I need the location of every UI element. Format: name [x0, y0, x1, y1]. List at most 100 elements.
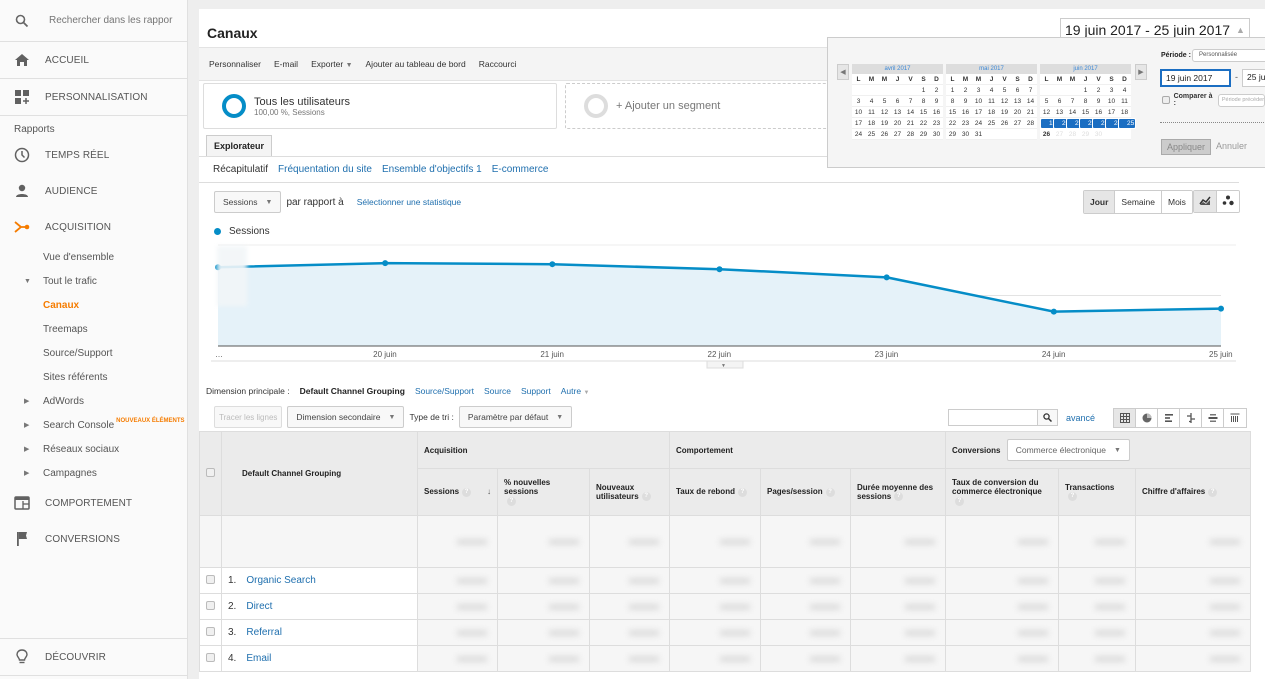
- row-checkbox[interactable]: [206, 575, 215, 584]
- motion-chart-button[interactable]: [1217, 191, 1239, 212]
- calendar-day[interactable]: 1: [917, 85, 930, 96]
- channel-link[interactable]: Email: [246, 653, 271, 664]
- calendar-day[interactable]: 4: [985, 85, 998, 96]
- calendar-day[interactable]: 7: [904, 96, 917, 107]
- cancel-link[interactable]: Annuler: [1216, 141, 1247, 151]
- calendar-day[interactable]: 16: [930, 107, 943, 118]
- calendar-day[interactable]: 11: [865, 107, 878, 118]
- select-metric-link[interactable]: Sélectionner une statistique: [357, 197, 461, 207]
- sidebar-item-conversions[interactable]: CONVERSIONS: [0, 521, 187, 557]
- calendar-day[interactable]: 22: [946, 118, 959, 129]
- calendar-day[interactable]: 17: [972, 107, 985, 118]
- column-header-new-users[interactable]: Nouveaux utilisateurs?: [589, 468, 670, 516]
- sidebar-item-behavior[interactable]: COMPORTEMENT: [0, 485, 187, 521]
- calendar-day[interactable]: 15: [1079, 107, 1092, 118]
- calendar-day[interactable]: 25: [985, 118, 998, 129]
- data-point[interactable]: [1050, 308, 1057, 315]
- calendar-day[interactable]: 18: [865, 118, 878, 129]
- view-pivot-button[interactable]: [1224, 409, 1246, 427]
- calendar-day[interactable]: 6: [1011, 85, 1024, 96]
- month-button[interactable]: Mois: [1161, 191, 1192, 213]
- view-comparison-button[interactable]: [1180, 409, 1202, 427]
- column-header-bounce-rate[interactable]: Taux de rebond?: [669, 468, 761, 516]
- conversions-select[interactable]: Commerce électronique ▼: [1006, 439, 1130, 461]
- calendar-day[interactable]: 2: [959, 85, 972, 96]
- sidebar-item-acquisition[interactable]: ACQUISITION: [0, 209, 187, 245]
- calendar-day[interactable]: 29: [917, 129, 930, 140]
- sidebar-item-channels[interactable]: Canaux: [0, 293, 187, 317]
- calendar-day[interactable]: 27: [1011, 118, 1024, 129]
- help-icon[interactable]: ?: [462, 487, 472, 497]
- calendar-day[interactable]: 23: [930, 118, 943, 129]
- calendar-day[interactable]: 26: [878, 129, 891, 140]
- calendar-day[interactable]: 6: [1053, 96, 1066, 107]
- help-icon[interactable]: ?: [641, 492, 651, 502]
- period-select[interactable]: Personnalisée: [1192, 49, 1265, 62]
- calendar-day[interactable]: 17: [852, 118, 865, 129]
- advanced-filter-link[interactable]: avancé: [1066, 413, 1095, 423]
- sidebar-item-search-console[interactable]: ▶ Search Console NOUVEAUX ÉLÉMENTS: [0, 413, 187, 437]
- data-point[interactable]: [1218, 305, 1224, 312]
- view-table-button[interactable]: [1114, 409, 1136, 427]
- calendar-day[interactable]: 1: [946, 85, 959, 96]
- calendar-day[interactable]: 9: [959, 96, 972, 107]
- sidebar-item-treemaps[interactable]: Treemaps: [0, 317, 187, 341]
- calendar-day[interactable]: 14: [1024, 96, 1037, 107]
- calendar-day[interactable]: 8: [946, 96, 959, 107]
- calendar-day[interactable]: 12: [878, 107, 891, 118]
- calendar-day[interactable]: 6: [891, 96, 904, 107]
- calendar-day[interactable]: 18: [1118, 107, 1131, 118]
- week-button[interactable]: Semaine: [1115, 191, 1162, 213]
- calendar-day[interactable]: 13: [891, 107, 904, 118]
- email-button[interactable]: E-mail: [274, 59, 298, 69]
- help-icon[interactable]: ?: [955, 496, 964, 506]
- calendar-day[interactable]: 27: [1053, 129, 1066, 140]
- channel-link[interactable]: Referral: [246, 627, 282, 638]
- calendar-day[interactable]: 7: [1066, 96, 1079, 107]
- calendar-day[interactable]: 24: [852, 129, 865, 140]
- channel-link[interactable]: Direct: [246, 601, 272, 612]
- sidebar-item-campaigns[interactable]: ▶ Campagnes: [0, 461, 187, 485]
- calendar-day[interactable]: 20: [1011, 107, 1024, 118]
- calendar-day[interactable]: 15: [946, 107, 959, 118]
- calendar-day[interactable]: 16: [1092, 107, 1105, 118]
- calendar-day[interactable]: 2: [1092, 85, 1105, 96]
- sidebar-item-discover[interactable]: DÉCOUVRIR: [0, 638, 187, 676]
- dimension-other[interactable]: Autre ▼: [561, 386, 590, 396]
- calendar-day[interactable]: 19: [878, 118, 891, 129]
- calendar-day[interactable]: 4: [1118, 85, 1131, 96]
- add-segment-button[interactable]: + Ajouter un segment: [565, 83, 845, 129]
- calendar-day[interactable]: 22: [917, 118, 930, 129]
- sidebar-item-customization[interactable]: PERSONNALISATION: [0, 79, 187, 116]
- calendar-day[interactable]: 11: [1118, 96, 1131, 107]
- data-point[interactable]: [549, 261, 556, 268]
- sidebar-item-overview[interactable]: Vue d'ensemble: [0, 245, 187, 269]
- calendar-day[interactable]: 4: [865, 96, 878, 107]
- shortcut-button[interactable]: Raccourci: [479, 59, 517, 69]
- calendar-day[interactable]: 27: [891, 129, 904, 140]
- calendar-day[interactable]: 30: [930, 129, 943, 140]
- compare-select[interactable]: Période précédente: [1217, 93, 1265, 107]
- customize-button[interactable]: Personnaliser: [209, 59, 261, 69]
- apply-button[interactable]: Appliquer: [1161, 139, 1211, 155]
- column-header-sessions[interactable]: Sessions? ↓: [417, 468, 498, 516]
- export-button[interactable]: Exporter ▼: [311, 59, 352, 69]
- dimension-source[interactable]: Source: [484, 386, 511, 396]
- select-all-checkbox[interactable]: [206, 468, 215, 477]
- sort-type-select[interactable]: Paramètre par défaut ▼: [458, 406, 573, 428]
- calendar-day[interactable]: 26: [1040, 129, 1053, 140]
- calendar-day[interactable]: 3: [972, 85, 985, 96]
- calendar-day[interactable]: 25: [1118, 118, 1136, 129]
- calendar-day[interactable]: 10: [1105, 96, 1118, 107]
- subtab-site-usage[interactable]: Fréquentation du site: [278, 164, 372, 175]
- calendar-day[interactable]: 31: [972, 129, 985, 140]
- table-search-input[interactable]: [948, 409, 1038, 426]
- column-header-dimension[interactable]: Default Channel Grouping: [221, 431, 418, 516]
- secondary-dimension-select[interactable]: Dimension secondaire ▼: [287, 406, 405, 428]
- column-header-transactions[interactable]: Transactions?: [1058, 468, 1136, 516]
- calendar-day[interactable]: 26: [998, 118, 1011, 129]
- sidebar-item-referrals[interactable]: Sites référents: [0, 365, 187, 389]
- calendar-day[interactable]: 12: [1040, 107, 1053, 118]
- calendar-day[interactable]: 25: [865, 129, 878, 140]
- sidebar-item-home[interactable]: ACCUEIL: [0, 42, 187, 79]
